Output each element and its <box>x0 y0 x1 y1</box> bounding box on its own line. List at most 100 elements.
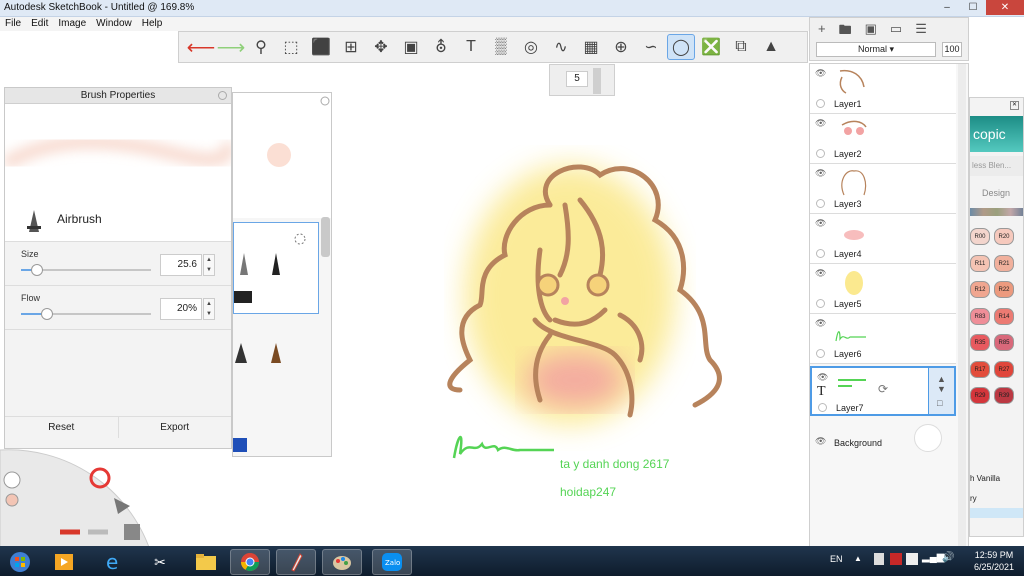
brush-library-icon[interactable]: ▲ <box>757 34 785 60</box>
chrome-icon[interactable] <box>230 549 270 575</box>
add-layer-icon[interactable]: + <box>818 21 826 43</box>
volume-icon[interactable]: 🔊 <box>942 552 954 563</box>
layer-select-radio[interactable] <box>816 99 825 108</box>
perspective-icon[interactable]: ▦ <box>577 34 605 60</box>
copic-swatch-r17[interactable]: R17 <box>970 360 990 378</box>
visibility-eye-icon[interactable]: 👁 <box>815 218 826 229</box>
copic-list-item-1[interactable]: h Vanilla <box>970 474 1000 483</box>
layer-select-radio[interactable] <box>818 403 827 412</box>
visibility-eye-icon[interactable]: 👁 <box>815 118 826 129</box>
copic-swatch-r83[interactable]: R83 <box>970 307 990 325</box>
minimize-button[interactable]: – <box>934 0 960 15</box>
copic-swatch-r29[interactable]: R29 <box>970 387 990 404</box>
menu-image[interactable]: Image <box>53 17 91 31</box>
ellipse-guide-icon[interactable]: ◎ <box>517 34 545 60</box>
layer-row-background[interactable]: 👁 Background <box>810 420 956 464</box>
brush-size-puck[interactable]: 5 <box>549 64 615 96</box>
layer-editor-icon[interactable]: ⧉ <box>727 34 755 60</box>
zoom-icon[interactable]: ⚲ <box>247 34 275 60</box>
media-player-icon[interactable] <box>44 549 84 575</box>
layer-row-4[interactable]: 👁 Layer4 <box>810 214 956 264</box>
copic-swatch-r12[interactable]: R12 <box>970 281 990 298</box>
layer-menu-icon[interactable]: ☰ <box>915 21 927 43</box>
layer-select-radio[interactable] <box>816 299 825 308</box>
copic-swatch-r00[interactable]: R00 <box>970 228 990 245</box>
menu-file[interactable]: File <box>0 17 26 31</box>
file-explorer-icon[interactable] <box>186 549 226 575</box>
select-icon[interactable]: ⬚ <box>277 34 305 60</box>
layer-row-6[interactable]: 👁 Layer6 <box>810 314 956 364</box>
layer-row-2[interactable]: 👁 Layer2 <box>810 114 956 164</box>
zalo-icon[interactable]: Zalo <box>372 549 412 575</box>
layer-opacity-field[interactable]: 100 <box>942 42 962 57</box>
flow-slider-handle[interactable] <box>41 308 53 320</box>
copic-swatch-r21[interactable]: R21 <box>994 254 1014 272</box>
visibility-eye-icon[interactable]: 👁 <box>815 168 826 179</box>
show-hidden-icons-icon[interactable]: ▲ <box>854 554 862 563</box>
tray-network-app-icon[interactable] <box>906 553 918 565</box>
brush-size-bar[interactable] <box>593 68 601 94</box>
lagoon-menu[interactable] <box>0 440 160 550</box>
lasso-select-icon[interactable]: ⬛ <box>307 34 335 60</box>
copic-family-strip[interactable] <box>970 208 1023 216</box>
reset-button[interactable]: Reset <box>5 417 119 438</box>
copic-close-icon[interactable]: ✕ <box>1010 101 1019 110</box>
copic-swatch-r27[interactable]: R27 <box>994 360 1014 378</box>
french-curve-icon[interactable]: ∿ <box>547 34 575 60</box>
visibility-eye-icon[interactable]: 👁 <box>815 436 826 447</box>
fill-bucket-icon[interactable]: ⛢ <box>427 34 455 60</box>
layer-select-radio[interactable] <box>816 249 825 258</box>
redo-icon[interactable]: ⟶ <box>217 34 246 60</box>
language-indicator[interactable]: EN <box>830 554 843 564</box>
layer-row-7-selected[interactable]: 👁 T ⟳ Layer7 ▲ ▼ □ <box>810 366 956 416</box>
transform-icon[interactable]: ✥ <box>367 34 395 60</box>
visibility-eye-icon[interactable]: 👁 <box>815 318 826 329</box>
paint-icon[interactable] <box>322 549 362 575</box>
panel-close-icon[interactable] <box>218 91 227 100</box>
add-image-icon[interactable]: ▣ <box>865 21 877 43</box>
canvas-drawing[interactable] <box>430 145 730 465</box>
sketchbook-icon[interactable] <box>276 549 316 575</box>
copic-search-field[interactable]: less Blen... <box>970 156 1023 176</box>
flow-value-field[interactable]: 20% <box>160 298 202 320</box>
tray-v-icon[interactable] <box>890 553 902 565</box>
shape-icon[interactable]: ❎ <box>697 34 725 60</box>
menu-window[interactable]: Window <box>91 17 137 31</box>
pencil-tool-icon[interactable] <box>3 471 21 489</box>
delete-layer-icon[interactable]: ▭ <box>890 21 902 43</box>
layer-list-scrollbar[interactable] <box>958 64 966 548</box>
size-stepper[interactable]: ▲ ▼ <box>203 254 215 276</box>
copic-swatch-r85[interactable]: R85 <box>994 334 1014 351</box>
layer-select-radio[interactable] <box>816 149 825 158</box>
lagoon-layers-icon[interactable] <box>124 524 140 540</box>
system-clock[interactable]: 12:59 PM 6/25/2021 <box>964 549 1024 573</box>
size-value-field[interactable]: 25.6 <box>160 254 202 276</box>
brush-library-scrollbar[interactable] <box>321 217 330 257</box>
copic-swatch-r35[interactable]: R35 <box>970 334 990 351</box>
brush-set-selected[interactable] <box>233 222 319 314</box>
current-color-icon[interactable] <box>5 493 19 507</box>
menu-edit[interactable]: Edit <box>26 17 53 31</box>
reorder-arrows-icon[interactable]: ▲ ▼ <box>937 374 946 394</box>
flow-stepper[interactable]: ▲ ▼ <box>203 298 215 320</box>
copic-swatch-r11[interactable]: R11 <box>970 254 990 272</box>
layer-options-strip[interactable]: ▲ ▼ □ <box>928 368 954 414</box>
copic-tab-design[interactable]: Design <box>970 188 1023 198</box>
copic-swatch-r22[interactable]: R22 <box>994 281 1014 298</box>
visibility-eye-icon[interactable]: 👁 <box>815 68 826 79</box>
layer-row-1[interactable]: 👁 Layer1 <box>810 64 956 114</box>
copic-swatch-r39[interactable]: R39 <box>994 387 1014 404</box>
layer-select-radio[interactable] <box>816 199 825 208</box>
copic-list-item-2[interactable]: ry <box>970 494 977 503</box>
maximize-button[interactable]: ☐ <box>960 0 986 15</box>
copic-swatch-r14[interactable]: R14 <box>994 307 1014 325</box>
export-button[interactable]: Export <box>119 417 232 438</box>
blend-mode-dropdown[interactable]: Normal ▾ <box>816 42 936 57</box>
layer-row-5[interactable]: 👁 Layer5 <box>810 264 956 314</box>
ellipse-tool-icon[interactable]: ◯ <box>667 34 695 60</box>
close-button[interactable]: ✕ <box>986 0 1024 15</box>
stroke-icon[interactable]: ∽ <box>637 34 665 60</box>
background-color-swatch[interactable] <box>914 424 942 452</box>
ruler-icon[interactable]: ▒ <box>487 34 515 60</box>
move-layer-icon[interactable]: ⟳ <box>878 382 888 396</box>
